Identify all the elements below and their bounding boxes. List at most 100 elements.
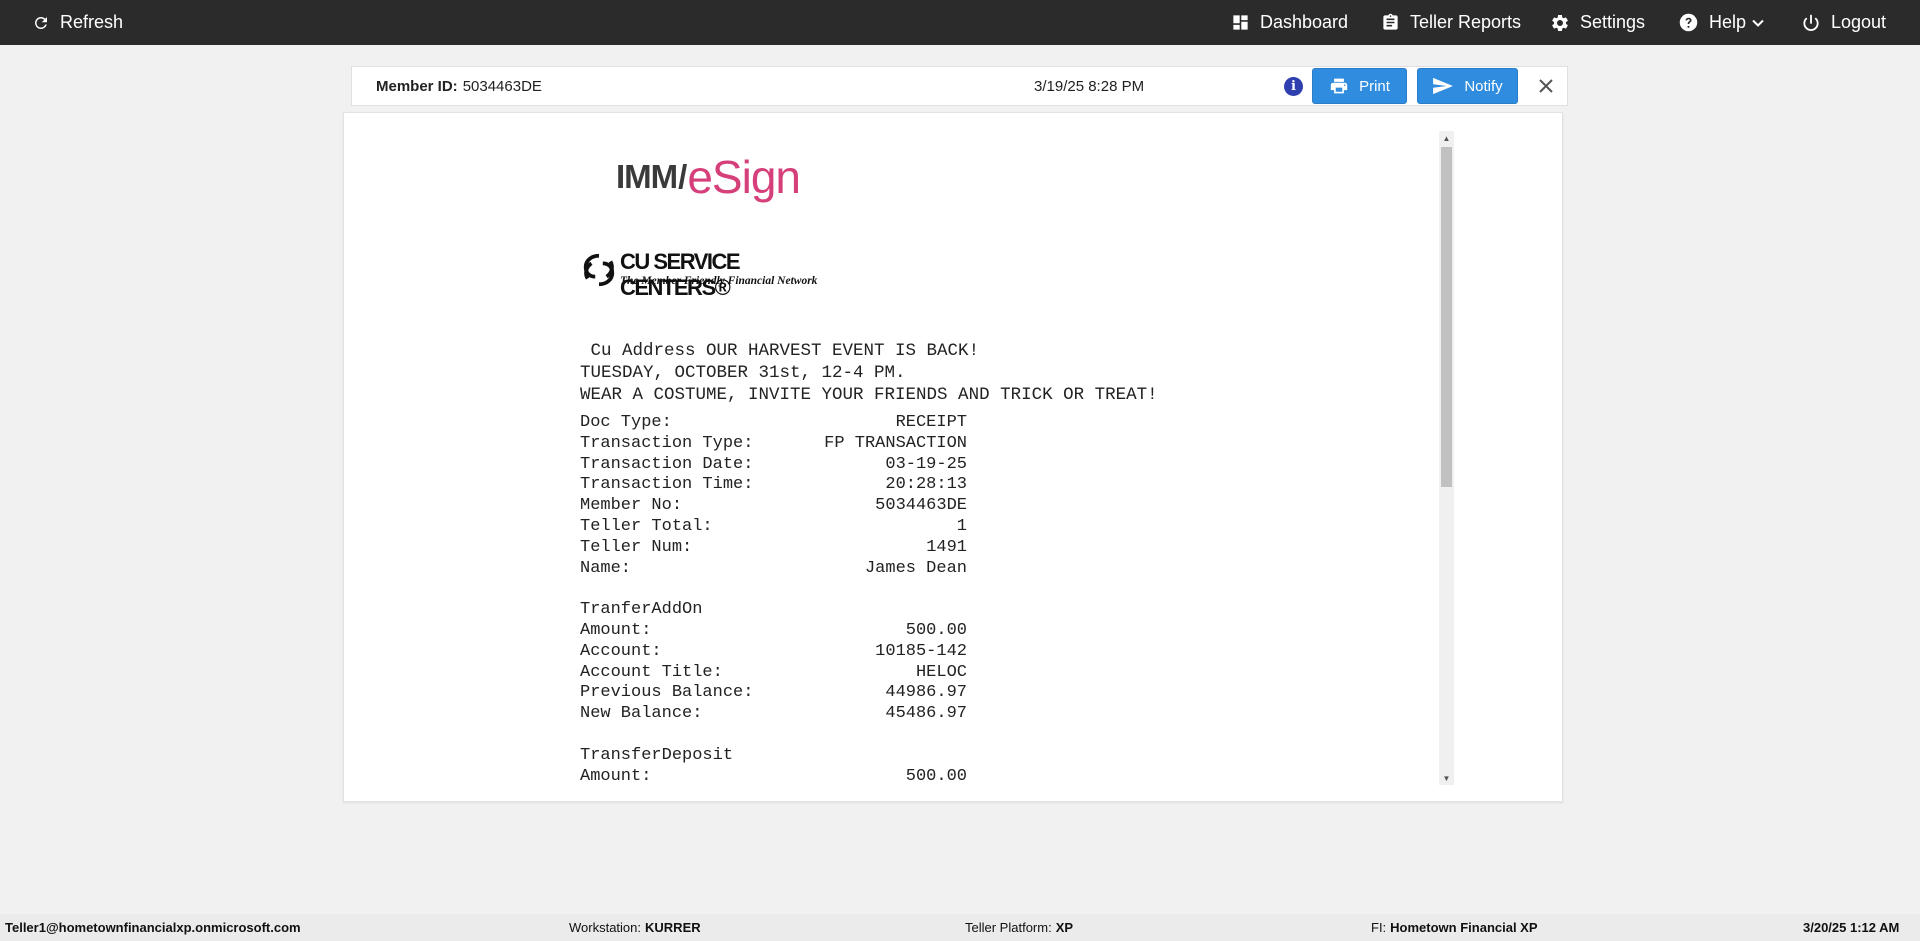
- receipt-field-label: Previous Balance:: [580, 683, 754, 703]
- receipt-field-row: Transaction Date: 03-19-25: [580, 455, 967, 474]
- print-label: Print: [1359, 77, 1390, 95]
- receipt-field-value: James Dean: [864, 558, 967, 578]
- help-menu[interactable]: Help: [1678, 0, 1764, 45]
- announcement-line: TUESDAY, OCTOBER 31st, 12-4 PM.: [580, 363, 906, 383]
- receipt-field-row: New Balance: 45486.97: [580, 704, 967, 723]
- receipt-field-row: Previous Balance: 44986.97: [580, 683, 967, 702]
- receipt-field-label: Transaction Type:: [580, 433, 754, 453]
- info-icon[interactable]: i: [1284, 77, 1303, 96]
- logout-label: Logout: [1831, 12, 1887, 32]
- current-datetime: 3/20/25 1:12 AM: [1803, 920, 1900, 935]
- imm-esign-logo: IMM / eSign: [616, 151, 801, 203]
- platform-label: Teller Platform:: [965, 920, 1052, 935]
- refresh-button[interactable]: Refresh: [32, 0, 123, 45]
- receipt-field-label: Account Title:: [580, 662, 723, 682]
- receipt-field-value: 1491: [926, 537, 967, 557]
- logo-imm-text: IMM: [616, 158, 678, 195]
- logo-slash: /: [678, 158, 687, 195]
- settings-nav[interactable]: Settings: [1550, 0, 1645, 45]
- receipt-field-row: Amount: 500.00: [580, 621, 967, 640]
- member-id-label: Member ID:: [376, 77, 458, 95]
- help-circle-icon: [1678, 12, 1699, 33]
- help-label: Help: [1709, 12, 1747, 32]
- receipt-field-row: Account: 10185-142: [580, 642, 967, 661]
- teller-reports-label: Teller Reports: [1410, 12, 1522, 32]
- receipt-field-row: Amount: 500.00: [580, 767, 967, 785]
- platform-status: Teller Platform: XP: [965, 914, 1073, 941]
- receipt-viewer[interactable]: IMM / eSign CU SERVICE CENTERS® The Member…: [580, 131, 1450, 785]
- logo-esign-text: eSign: [687, 151, 801, 203]
- refresh-icon: [32, 14, 50, 32]
- receipt-field-value: RECEIPT: [895, 413, 967, 432]
- status-bar: Teller1@hometownfinancialxp.onmicrosoft.…: [0, 914, 1920, 941]
- send-icon: [1432, 77, 1454, 95]
- member-header: Member ID: 5034463DE 3/19/25 8:28 PM i P…: [351, 66, 1568, 106]
- receipt-field-row: Name: James Dean: [580, 559, 967, 578]
- receipt-field-label: Account:: [580, 641, 662, 661]
- fi-label: FI:: [1371, 920, 1387, 935]
- workstation-status: Workstation: KURRER: [569, 914, 701, 941]
- document-panel: IMM / eSign CU SERVICE CENTERS® The Member…: [343, 112, 1563, 802]
- cu-service-centers-logo: CU SERVICE CENTERS® The Member Friendly …: [580, 249, 840, 300]
- print-button[interactable]: Print: [1312, 68, 1407, 104]
- receipt-field-row: Teller Total: 1: [580, 517, 967, 536]
- receipt-field-value: HELOC: [915, 662, 967, 682]
- gear-icon: [1550, 13, 1570, 33]
- cu-swirl-icon: [583, 253, 615, 287]
- receipt-field-value: 500.00: [905, 621, 967, 640]
- announcement-line: WEAR A COSTUME, INVITE YOUR FRIENDS AND …: [580, 385, 1158, 405]
- power-icon: [1801, 13, 1821, 33]
- receipt-field-value: 44986.97: [885, 683, 967, 703]
- receipt-field-label: New Balance:: [580, 704, 703, 724]
- receipt-field-label: Transaction Time:: [580, 475, 754, 495]
- section-heading: TranferAddOn: [580, 600, 703, 620]
- receipt-field-label: Member No:: [580, 496, 683, 516]
- receipt-field-value: 45486.97: [885, 704, 967, 724]
- platform-value: XP: [1055, 920, 1074, 935]
- receipt-field-value: 5034463DE: [875, 496, 967, 516]
- member-id-value: 5034463DE: [462, 77, 542, 95]
- receipt-field-label: Amount:: [580, 766, 652, 785]
- receipt-field-value: FP TRANSACTION: [824, 433, 967, 453]
- workstation-value: KURRER: [645, 920, 701, 935]
- vertical-scrollbar[interactable]: ▲ ▼: [1439, 131, 1454, 785]
- receipt-field-value: 20:28:13: [885, 475, 967, 495]
- receipt-field-value: 1: [956, 517, 967, 536]
- section-heading: TransferDeposit: [580, 745, 734, 765]
- fi-status: FI: Hometown Financial XP: [1371, 914, 1538, 941]
- receipt-field-value: 500.00: [905, 766, 967, 785]
- scroll-up-arrow-icon[interactable]: ▲: [1439, 131, 1454, 145]
- receipt-field-row: Doc Type: RECEIPT: [580, 413, 967, 432]
- dashboard-icon: [1231, 13, 1250, 32]
- teller-reports-nav[interactable]: Teller Reports: [1381, 0, 1521, 45]
- printer-icon: [1329, 77, 1349, 95]
- notify-button[interactable]: Notify: [1417, 68, 1518, 104]
- logout-button[interactable]: Logout: [1801, 0, 1886, 45]
- receipt-field-row: Transaction Time: 20:28:13: [580, 475, 967, 494]
- close-icon[interactable]: [1537, 77, 1555, 95]
- receipt-field-label: Amount:: [580, 621, 652, 640]
- receipt-field-value: 10185-142: [875, 641, 967, 661]
- receipt-field-label: Teller Num:: [580, 537, 693, 557]
- transaction-datetime: 3/19/25 8:28 PM: [1034, 77, 1145, 95]
- fi-value: Hometown Financial XP: [1390, 920, 1538, 935]
- chevron-down-icon: [1752, 18, 1764, 28]
- refresh-label: Refresh: [60, 12, 124, 32]
- receipt-field-row: Member No: 5034463DE: [580, 496, 967, 515]
- clipboard-icon: [1381, 12, 1400, 33]
- receipt-field-label: Name:: [580, 558, 632, 578]
- receipt-field-row: Teller Num: 1491: [580, 538, 967, 557]
- member-id: Member ID: 5034463DE: [376, 67, 542, 105]
- receipt-field-label: Teller Total:: [580, 517, 713, 536]
- dashboard-nav[interactable]: Dashboard: [1231, 0, 1348, 45]
- settings-label: Settings: [1580, 12, 1646, 32]
- scroll-down-arrow-icon[interactable]: ▼: [1439, 771, 1454, 785]
- scrollbar-thumb[interactable]: [1441, 147, 1452, 487]
- workstation-label: Workstation:: [569, 920, 642, 935]
- notify-label: Notify: [1464, 77, 1503, 95]
- dashboard-label: Dashboard: [1260, 12, 1349, 32]
- top-nav-bar: Refresh Dashboard Teller Reports Setting…: [0, 0, 1920, 45]
- signed-in-user: Teller1@hometownfinancialxp.onmicrosoft.…: [5, 920, 301, 935]
- announcement-line: Cu Address OUR HARVEST EVENT IS BACK!: [580, 341, 980, 361]
- receipt-field-value: 03-19-25: [885, 454, 967, 474]
